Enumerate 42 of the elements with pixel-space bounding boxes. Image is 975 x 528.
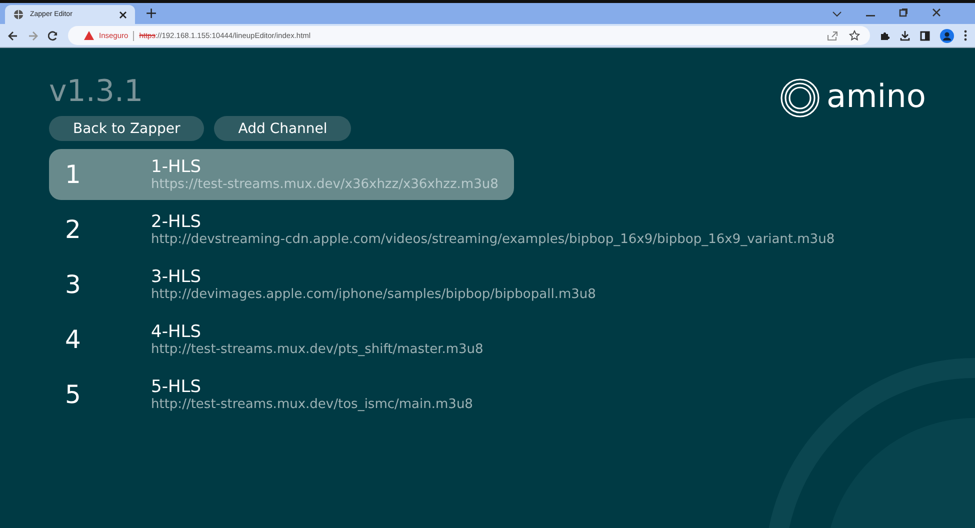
channel-url: http://devstreaming-cdn.apple.com/videos/streaming/examples/bipbop_16x9/bipbop_16x9_variant.m3u8 — [151, 232, 835, 248]
chevron-down-icon[interactable] — [832, 11, 842, 17]
version-label: v1.3.1 — [49, 74, 144, 111]
share-icon[interactable] — [827, 30, 838, 40]
new-tab-button[interactable]: + — [145, 3, 158, 23]
channel-name: 5-HLS — [151, 376, 202, 396]
channel-number: 4 — [65, 325, 82, 354]
channel-url: https://test-streams.mux.dev/x36xhzz/x36xhzz.m3u8 — [151, 176, 498, 192]
channel-row[interactable]: 3 3-HLS http://devimages.apple.com/iphone/samples/bipbop/bipbopall.m3u8 — [49, 259, 612, 310]
channel-number: 5 — [65, 380, 82, 409]
channel-row[interactable]: 4 4-HLS http://test-streams.mux.dev/pts_shift/master.m3u8 — [49, 314, 500, 365]
restore-icon[interactable] — [899, 8, 908, 17]
channel-row[interactable]: 2 2-HLS http://devstreaming-cdn.apple.com/videos/streaming/examples/bipbop_16x9/bipbop_16x9_variant.m3u8 — [49, 204, 851, 255]
app-button[interactable]: Add Channel — [214, 116, 352, 141]
minimize-icon[interactable] — [866, 15, 875, 17]
channel-name: 4-HLS — [151, 322, 202, 342]
app-button[interactable]: Back to Zapper — [49, 116, 204, 141]
channel-number: 3 — [65, 270, 82, 299]
channel-name: 3-HLS — [151, 266, 202, 286]
reload-icon[interactable] — [48, 30, 58, 40]
close-icon[interactable] — [119, 10, 127, 18]
channel-url: http://test-streams.mux.dev/pts_shift/master.m3u8 — [151, 342, 484, 358]
channel-url: http://test-streams.mux.dev/tos_ismc/main.m3u8 — [151, 396, 473, 412]
avatar-icon[interactable] — [940, 28, 954, 42]
menu-icon[interactable] — [964, 30, 967, 41]
back-arrow-icon[interactable] — [8, 30, 18, 40]
puzzle-icon[interactable] — [880, 30, 890, 40]
channel-number: 1 — [65, 160, 82, 189]
download-icon[interactable] — [900, 30, 910, 40]
close-icon[interactable] — [932, 8, 941, 17]
logo-text: amino — [826, 78, 926, 117]
globe-icon — [13, 9, 24, 20]
star-icon[interactable] — [849, 30, 860, 41]
rings-logo-icon — [780, 78, 820, 118]
side-panel-icon[interactable] — [920, 30, 930, 40]
warning-icon — [84, 31, 94, 40]
channel-number: 2 — [65, 215, 82, 244]
channel-row[interactable]: 5 5-HLS http://test-streams.mux.dev/tos_ismc/main.m3u8 — [49, 369, 489, 420]
channel-row[interactable]: 1 1-HLS https://test-streams.mux.dev/x36xhzz/x36xhzz.m3u8 — [49, 149, 514, 200]
channel-name: 2-HLS — [151, 212, 202, 232]
channel-url: http://devimages.apple.com/iphone/samples/bipbop/bipbopall.m3u8 — [151, 286, 596, 302]
channel-name: 1-HLS — [151, 156, 202, 176]
